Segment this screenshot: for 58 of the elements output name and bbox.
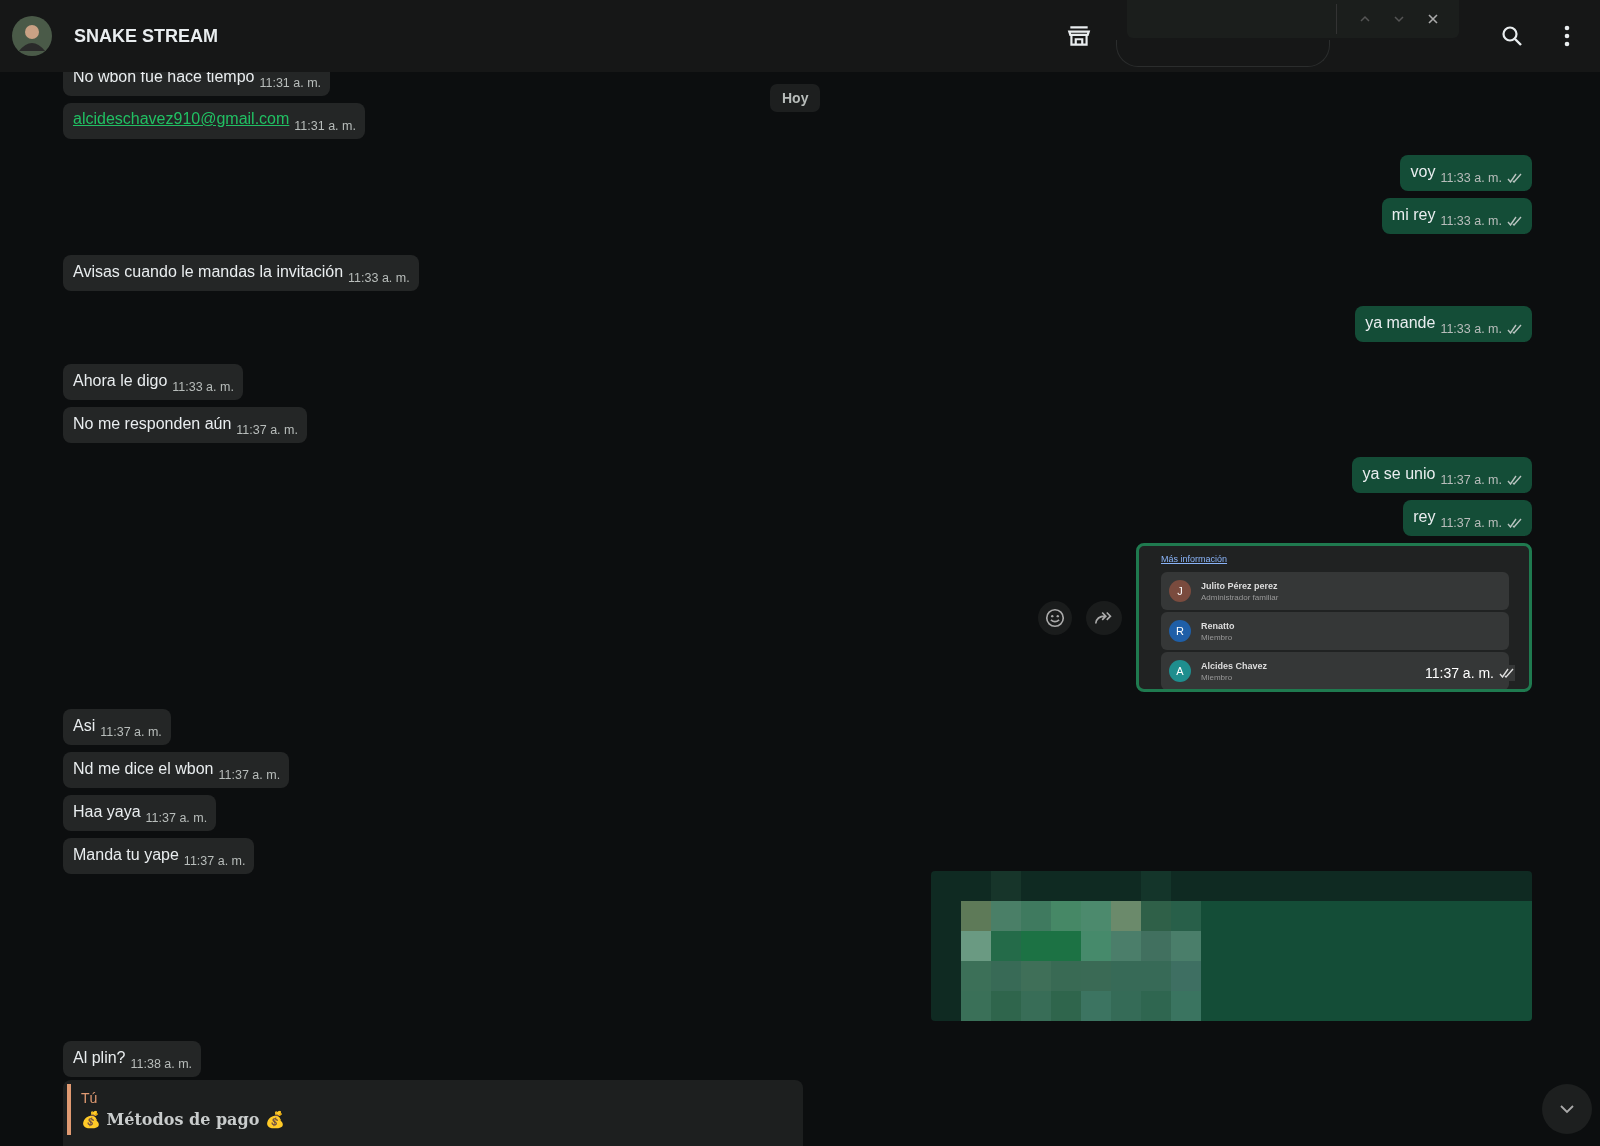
forward-icon[interactable] [1086,600,1122,635]
message-text: Nd me dice el wbon [73,759,214,779]
double-check-icon [1507,475,1523,485]
member-avatar: R [1169,620,1191,642]
message-time: 11:37 a. m. [1440,473,1502,487]
message-time: 11:38 a. m. [130,1057,193,1071]
message-text: voy [1410,162,1436,182]
member-name: Alcides Chavez [1201,660,1268,671]
message-time: 11:37 a. m. [100,725,162,739]
message-text: Asi [73,716,96,736]
double-check-icon [1507,324,1523,334]
double-check-icon [1507,173,1523,183]
double-check-icon [1507,518,1523,528]
message-text: Haa yaya [73,802,141,822]
search-icon[interactable] [1500,24,1524,48]
quoted-text: 💰 Métodos de pago 💰 [81,1110,285,1129]
member-name: Julito Pérez perez [1201,580,1279,591]
message-text: Avisas cuando le mandas la invitación [73,262,344,282]
avatar-icon[interactable] [12,16,52,56]
message-time: 11:37 a. m. [1425,665,1494,681]
message-time: 11:33 a. m. [172,380,234,394]
message-text: mi rey [1391,205,1436,225]
menu-icon[interactable] [1564,24,1570,48]
message-time: 11:31 a. m. [294,119,356,133]
screenshot-message[interactable]: Más información J Julito Pérez perez Administrador familiar R Renatto Miembro A Alcides Chavez Miembro 11:37 a. m. [1136,543,1532,692]
message-time: 11:31 a. m. [259,76,322,90]
message-time: 11:37 a. m. [218,768,281,782]
quote-author: Tú [81,1090,98,1106]
member-name: Renatto [1201,620,1235,631]
message-time: 11:37 a. m. [145,811,208,825]
message-text: ya se unio [1362,464,1436,484]
message-time: 11:37 a. m. [236,423,298,437]
message-text: Al plin? [73,1048,126,1068]
message-text: ya mande [1365,313,1436,333]
chat-title[interactable]: SNAKE STREAM [74,25,218,47]
member-avatar: J [1169,580,1191,602]
message-text: Manda tu yape [73,845,179,865]
message-time: 11:37 a. m. [183,854,246,868]
emoji-icon[interactable] [1038,600,1072,635]
message-time: 11:33 a. m. [1440,171,1502,185]
store-icon[interactable] [1066,23,1092,49]
message-text: Ahora le digo [73,371,168,391]
message-time: 11:33 a. m. [1440,322,1502,336]
message-time: 11:33 a. m. [348,271,410,285]
email-link[interactable]: alcideschavez910@gmail.com [73,109,290,129]
double-check-icon [1507,216,1523,226]
message-text: No me responden aún [73,414,232,434]
member-role: Administrador familiar [1201,592,1279,602]
message-text: rey [1413,507,1436,527]
member-avatar: A [1169,660,1191,682]
message-time: 11:37 a. m. [1440,516,1502,530]
close-icon[interactable] [1427,13,1439,25]
message-time: 11:33 a. m. [1440,214,1502,228]
double-check-icon [1499,668,1515,678]
member-role: Miembro [1201,632,1234,642]
date-chip: Hoy [770,84,821,112]
member-role: Miembro [1201,672,1234,682]
more-info-link[interactable]: Más información [1161,554,1228,564]
